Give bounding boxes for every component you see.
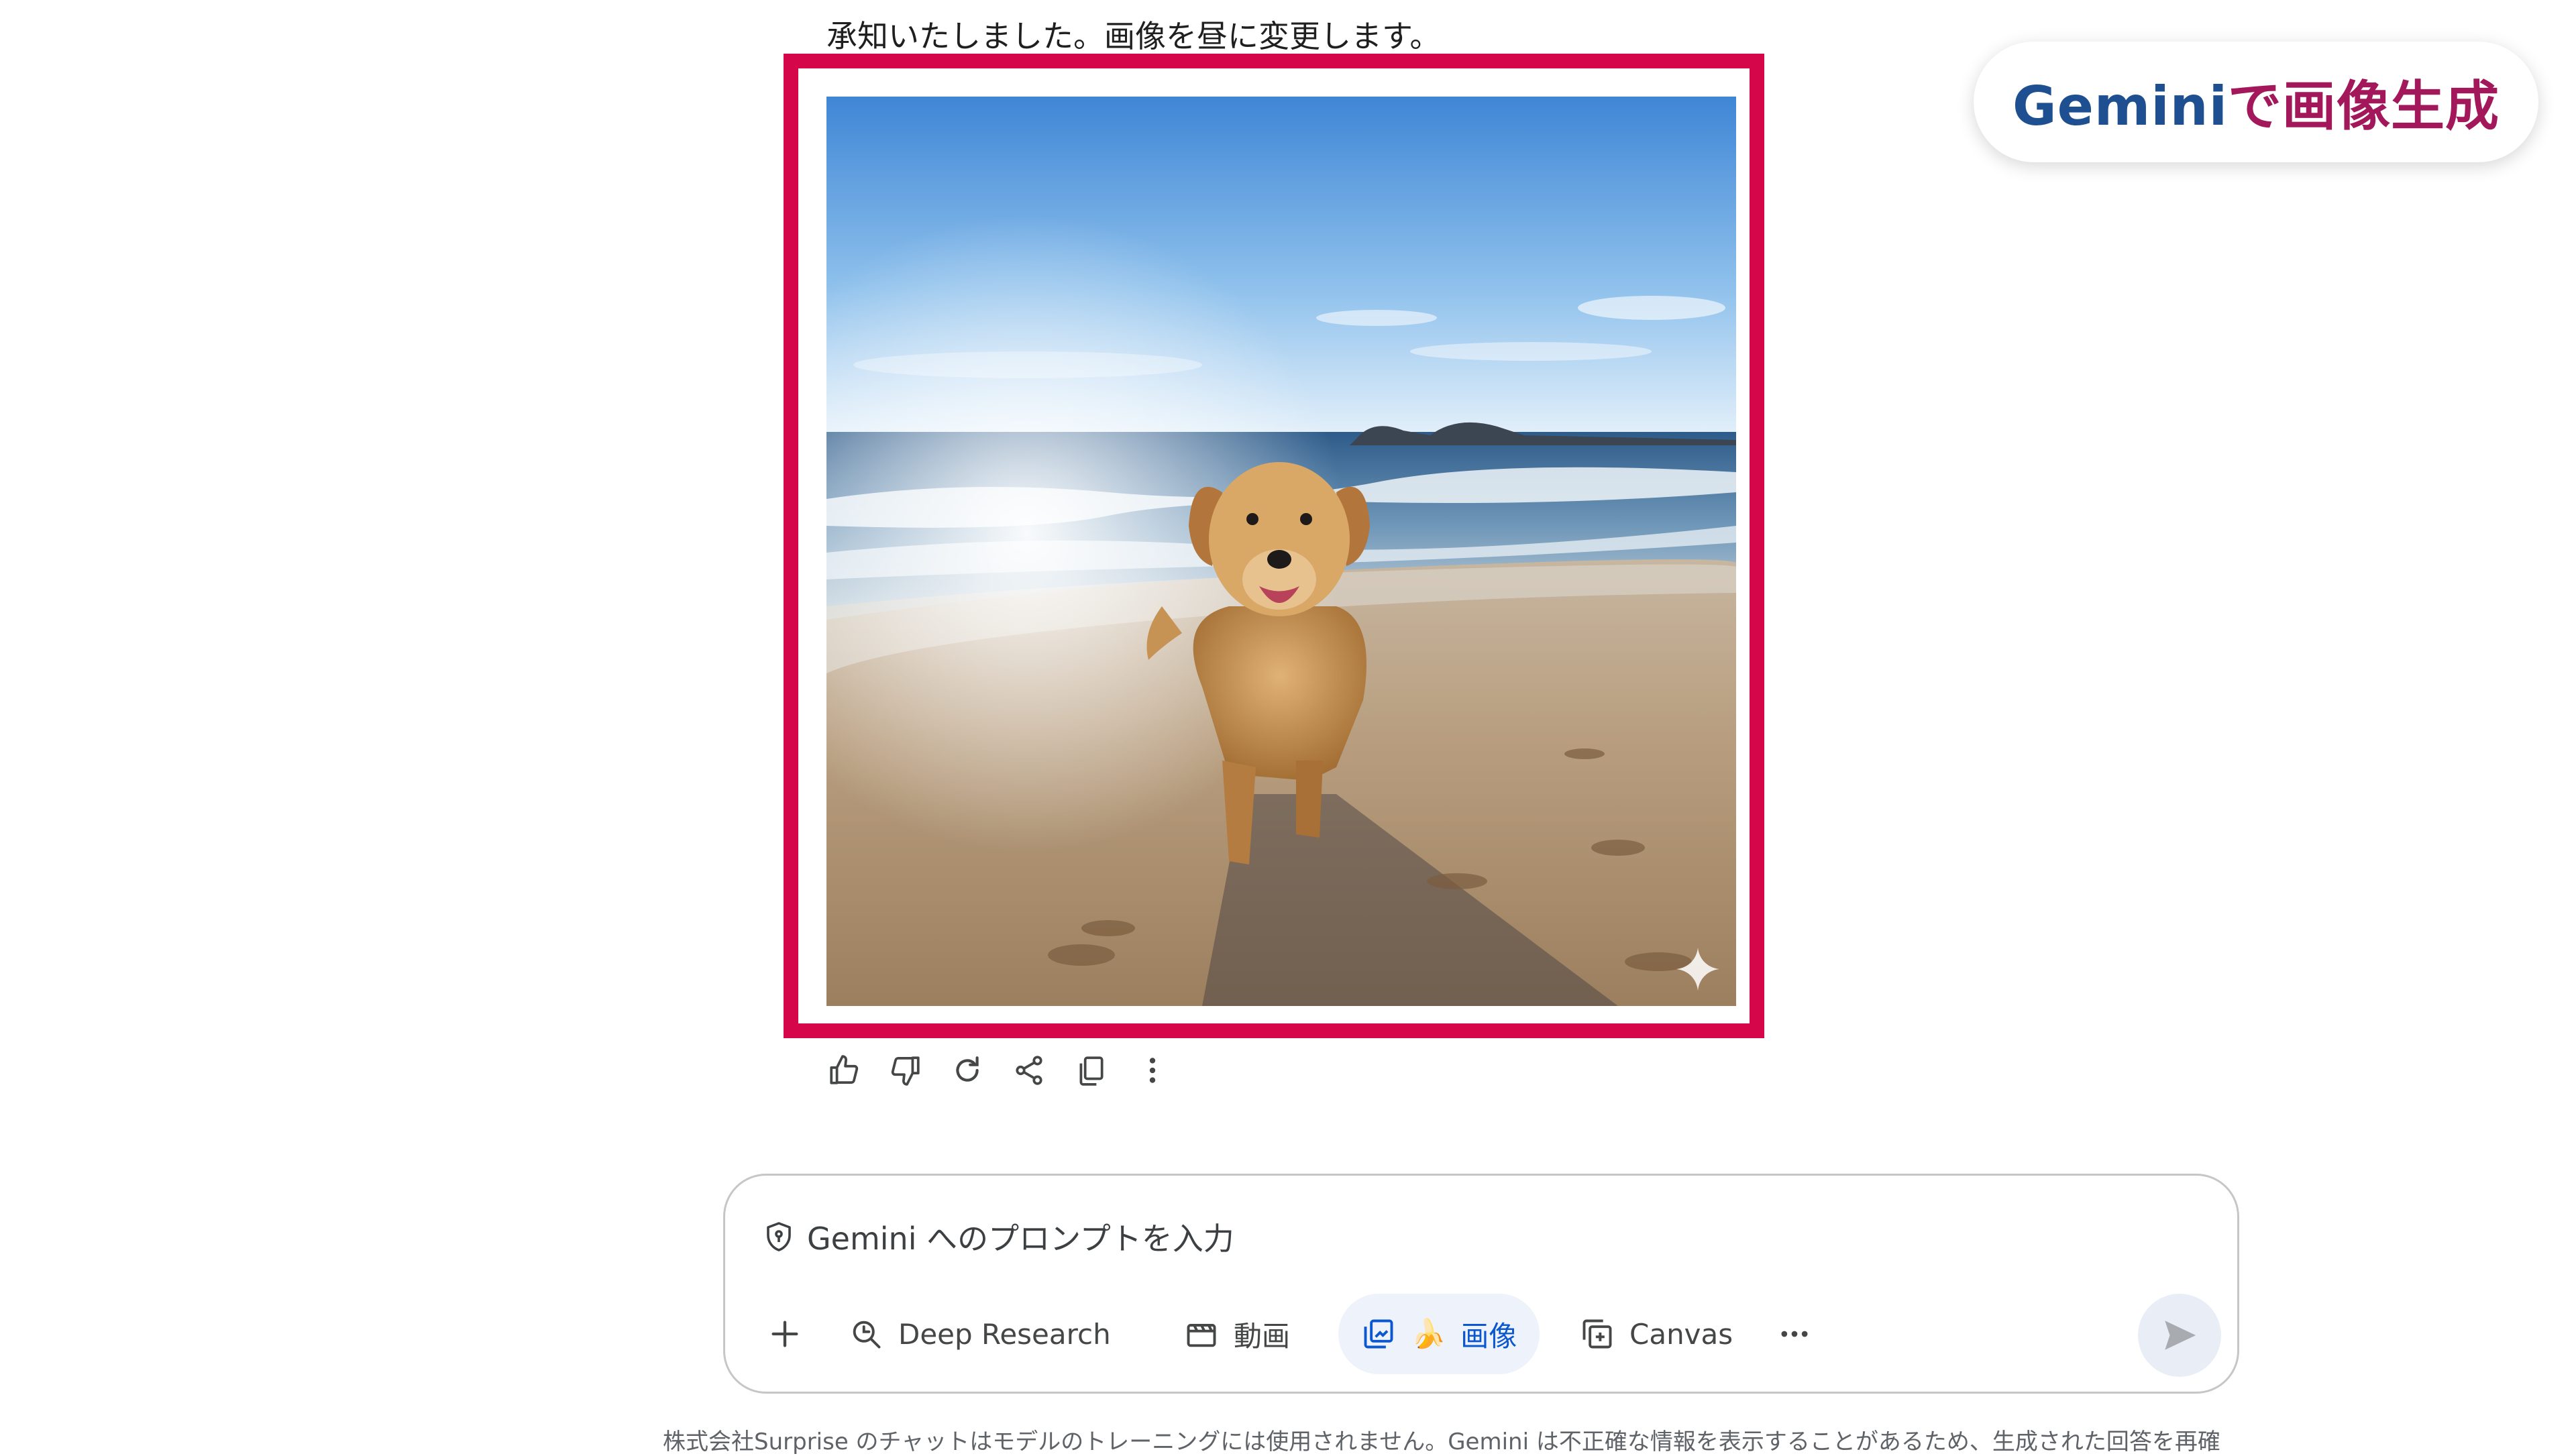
canvas-label: Canvas <box>1629 1317 1733 1351</box>
regenerate-icon <box>956 1056 979 1082</box>
more-vert-icon <box>1149 1058 1156 1083</box>
video-label: 動画 <box>1234 1319 1291 1353</box>
more-tools-button[interactable] <box>1768 1294 1821 1374</box>
badge-title-gemini: Gemini <box>2012 75 2229 137</box>
copy-icon <box>1079 1056 1104 1086</box>
thumb-up-icon <box>830 1055 859 1084</box>
video-button[interactable]: 動画 <box>1184 1294 1290 1374</box>
banana-emoji: 🍌 <box>1411 1317 1446 1350</box>
badge-title-rest: で画像生成 <box>2228 75 2500 137</box>
share-icon <box>1016 1056 1042 1085</box>
response-text: 承知いたしました。画像を昼に変更します。 <box>826 18 1441 54</box>
share-button[interactable] <box>1008 1049 1051 1092</box>
thumb-down-button[interactable] <box>884 1049 927 1092</box>
response-actions <box>822 1049 1174 1092</box>
more-horiz-icon <box>1781 1331 1808 1337</box>
generated-image[interactable] <box>826 97 1736 1006</box>
clapperboard-icon <box>1187 1324 1216 1347</box>
beach-dog-illustration <box>826 97 1736 1006</box>
regenerate-button[interactable] <box>946 1049 989 1092</box>
send-button[interactable] <box>2138 1294 2221 1377</box>
canvas-icon <box>1582 1319 1612 1349</box>
disclaimer-text: 株式会社Surprise のチャットはモデルのトレーニングには使用されません。G… <box>663 1429 2220 1455</box>
image-label: 画像 <box>1460 1319 1517 1353</box>
deep-research-button[interactable]: Deep Research <box>849 1294 1111 1374</box>
prompt-composer: Gemini へのプロンプトを入力 Deep Research 動画 🍌 画像 … <box>723 1174 2239 1394</box>
image-gen-icon <box>1364 1319 1393 1349</box>
plus-icon <box>771 1321 798 1347</box>
title-badge: Geminiで画像生成 <box>1974 42 2538 162</box>
add-button[interactable] <box>755 1294 815 1374</box>
canvas-button[interactable]: Canvas <box>1580 1294 1733 1374</box>
copy-button[interactable] <box>1069 1049 1112 1092</box>
thumb-down-icon <box>891 1056 920 1086</box>
composer-toolbar: Deep Research 動画 🍌 画像 Canvas <box>748 1294 2224 1374</box>
send-icon <box>2165 1321 2196 1350</box>
gemini-sparkle-icon <box>1676 947 1720 991</box>
thumb-up-button[interactable] <box>822 1049 865 1092</box>
deep-research-label: Deep Research <box>898 1317 1111 1351</box>
image-button[interactable]: 🍌 画像 <box>1338 1294 1540 1374</box>
shield-icon <box>767 1222 791 1251</box>
deep-research-icon <box>853 1321 881 1349</box>
prompt-placeholder: Gemini へのプロンプトを入力 <box>807 1221 1234 1257</box>
prompt-input[interactable]: Gemini へのプロンプトを入力 <box>763 1213 1234 1260</box>
more-options-button[interactable] <box>1131 1049 1174 1092</box>
